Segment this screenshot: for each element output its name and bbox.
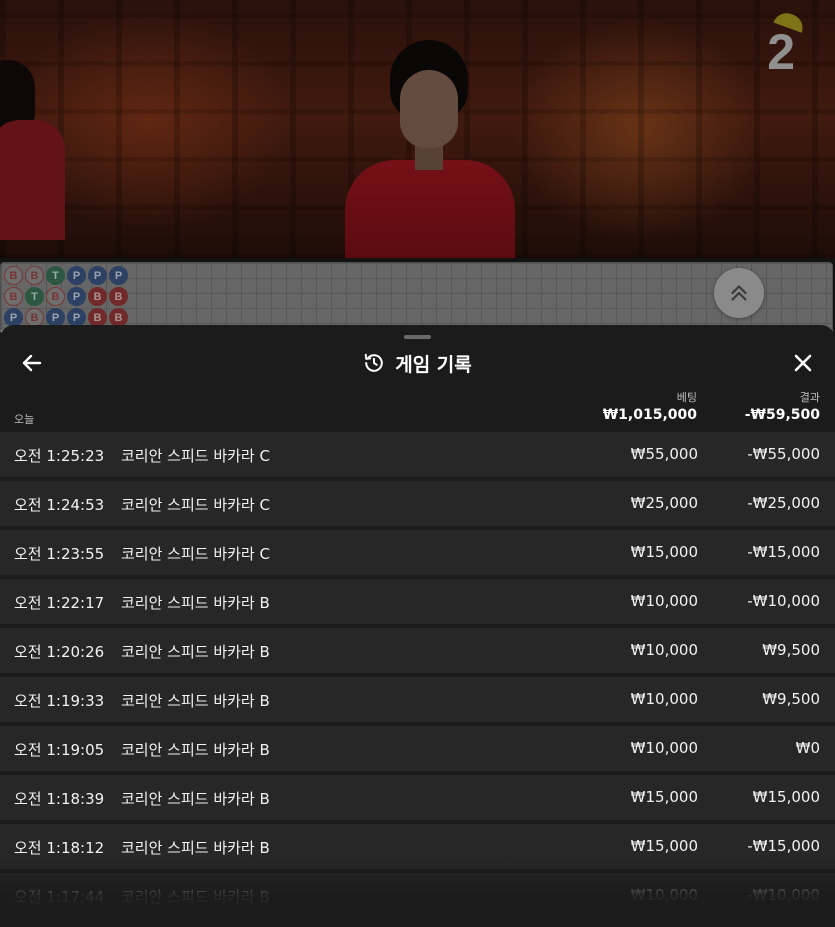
history-list: 오전 1:25:23 코리안 스피드 바카라 C ₩55,000 -₩55,000 오전… <box>0 432 835 922</box>
row-bet-amount: ₩10,000 <box>630 690 698 708</box>
row-result-amount: -₩10,000 <box>747 592 820 610</box>
row-result-amount: ₩15,000 <box>752 788 820 806</box>
result-column-label: 결과 <box>799 391 820 404</box>
table-number: 2 <box>767 24 795 80</box>
row-time: 오전 1:18:12 <box>14 839 105 857</box>
history-icon <box>364 353 384 372</box>
row-time: 오전 1:19:33 <box>14 692 105 710</box>
row-result-amount: -₩15,000 <box>747 543 820 561</box>
row-time: 오전 1:23:55 <box>14 545 105 563</box>
row-bet-amount: ₩10,000 <box>630 886 698 904</box>
row-bet-amount: ₩55,000 <box>630 445 698 463</box>
row-result-amount: -₩55,000 <box>747 445 820 463</box>
row-game-name: 코리안 스피드 바카라 C <box>121 447 270 465</box>
row-bet-amount: ₩15,000 <box>630 837 698 855</box>
row-result-amount: -₩10,000 <box>747 886 820 904</box>
bead-banker: B <box>46 287 65 306</box>
history-row[interactable]: 오전 1:17:44 코리안 스피드 바카라 B ₩10,000 -₩10,000 <box>0 873 835 918</box>
history-row[interactable]: 오전 1:19:05 코리안 스피드 바카라 B ₩10,000 ₩0 <box>0 726 835 771</box>
bead-player: P <box>88 266 107 285</box>
row-bet-amount: ₩10,000 <box>630 739 698 757</box>
sheet-title: 게임 기록 <box>395 353 472 376</box>
bead-player: P <box>109 266 128 285</box>
row-game-name: 코리안 스피드 바카라 B <box>121 692 270 710</box>
close-icon <box>794 354 812 372</box>
live-video-feed: 2 <box>0 0 835 258</box>
row-result-amount: -₩25,000 <box>747 494 820 512</box>
row-time: 오전 1:18:39 <box>14 790 105 808</box>
history-row[interactable]: 오전 1:19:33 코리안 스피드 바카라 B ₩10,000 ₩9,500 <box>0 677 835 722</box>
history-row[interactable]: 오전 1:20:26 코리안 스피드 바카라 B ₩10,000 ₩9,500 <box>0 628 835 673</box>
bead-banker: B <box>4 287 23 306</box>
row-bet-amount: ₩10,000 <box>630 592 698 610</box>
row-result-amount: ₩0 <box>795 739 820 757</box>
bead-tie: T <box>25 287 44 306</box>
row-game-name: 코리안 스피드 바카라 C <box>121 545 270 563</box>
history-row[interactable]: 오전 1:18:12 코리안 스피드 바카라 B ₩15,000 -₩15,000 <box>0 824 835 869</box>
row-bet-amount: ₩15,000 <box>630 543 698 561</box>
game-history-sheet: 게임 기록 베팅 결과 오늘 ₩1,015,000 -₩59,500 오전 1:… <box>0 325 835 927</box>
bet-column-label: 베팅 <box>676 391 697 404</box>
row-result-amount: ₩9,500 <box>762 690 820 708</box>
row-bet-amount: ₩15,000 <box>630 788 698 806</box>
bead-banker: B <box>4 266 23 285</box>
side-dealer-figure <box>0 60 70 250</box>
bead-road: BBPBTBTBPPPPPBBPBB <box>3 265 129 328</box>
history-row[interactable]: 오전 1:22:17 코리안 스피드 바카라 B ₩10,000 -₩10,000 <box>0 579 835 624</box>
history-row[interactable]: 오전 1:18:39 코리안 스피드 바카라 B ₩15,000 ₩15,000 <box>0 775 835 820</box>
row-time: 오전 1:22:17 <box>14 594 105 612</box>
sheet-header: 게임 기록 <box>0 343 835 383</box>
total-bet: ₩1,015,000 <box>602 407 697 423</box>
row-bet-amount: ₩10,000 <box>630 641 698 659</box>
row-time: 오전 1:19:05 <box>14 741 105 759</box>
row-result-amount: -₩15,000 <box>747 837 820 855</box>
bead-player: P <box>67 266 86 285</box>
bead-banker: B <box>25 266 44 285</box>
close-button[interactable] <box>791 351 815 375</box>
bead-player: P <box>67 287 86 306</box>
expand-scoreboard-button[interactable] <box>714 268 764 318</box>
row-time: 오전 1:24:53 <box>14 496 105 514</box>
bead-banker: B <box>88 287 107 306</box>
row-game-name: 코리안 스피드 바카라 B <box>121 839 270 857</box>
sheet-drag-handle[interactable] <box>404 335 431 339</box>
history-row[interactable]: 오전 1:23:55 코리안 스피드 바카라 C ₩15,000 -₩15,000 <box>0 530 835 575</box>
row-bet-amount: ₩25,000 <box>630 494 698 512</box>
bead-banker: B <box>109 287 128 306</box>
row-time: 오전 1:20:26 <box>14 643 105 661</box>
history-row[interactable]: 오전 1:25:23 코리안 스피드 바카라 C ₩55,000 -₩55,000 <box>0 432 835 477</box>
summary-header: 베팅 결과 오늘 ₩1,015,000 -₩59,500 <box>0 387 835 427</box>
dealer-figure <box>345 40 515 258</box>
row-game-name: 코리안 스피드 바카라 B <box>121 594 270 612</box>
row-result-amount: ₩9,500 <box>762 641 820 659</box>
sheet-title-group: 게임 기록 <box>0 343 835 383</box>
today-label: 오늘 <box>14 413 35 426</box>
row-game-name: 코리안 스피드 바카라 C <box>121 496 270 514</box>
total-result: -₩59,500 <box>744 407 820 423</box>
row-game-name: 코리안 스피드 바카라 B <box>121 790 270 808</box>
row-game-name: 코리안 스피드 바카라 B <box>121 741 270 759</box>
row-game-name: 코리안 스피드 바카라 B <box>121 643 270 661</box>
double-chevron-up-icon <box>731 285 747 301</box>
scoreboard: BBPBTBTBPPPPPBBPBB <box>0 262 833 334</box>
bead-tie: T <box>46 266 65 285</box>
row-game-name: 코리안 스피드 바카라 B <box>121 888 270 906</box>
row-time: 오전 1:17:44 <box>14 888 105 906</box>
row-time: 오전 1:25:23 <box>14 447 105 465</box>
history-row[interactable]: 오전 1:24:53 코리안 스피드 바카라 C ₩25,000 -₩25,000 <box>0 481 835 526</box>
